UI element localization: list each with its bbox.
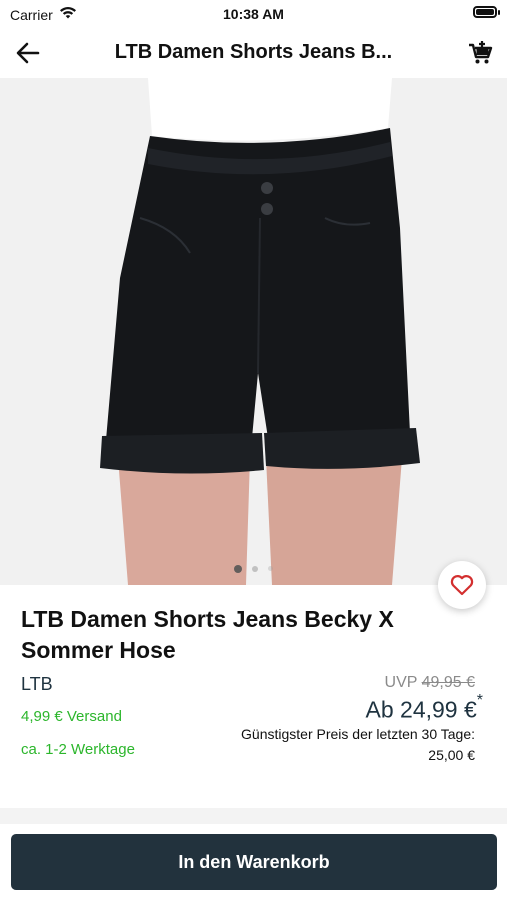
lowest-price-value: 25,00 € xyxy=(428,747,475,763)
shipping-cost: 4,99 € Versand xyxy=(21,708,122,725)
cart-icon[interactable] xyxy=(467,40,493,66)
favorite-button[interactable] xyxy=(438,561,486,609)
lowest-price-label: Günstigster Preis der letzten 30 Tage: xyxy=(241,726,475,742)
back-arrow-icon[interactable] xyxy=(14,40,42,66)
price-value: Ab 24,99 € xyxy=(365,696,477,723)
product-image-gallery[interactable] xyxy=(0,78,507,585)
delivery-time: ca. 1-2 Werktage xyxy=(21,741,135,758)
price-footnote: * xyxy=(476,692,483,709)
pagination-dot[interactable] xyxy=(252,566,258,572)
product-title: LTB Damen Shorts Jeans Becky X Sommer Ho… xyxy=(21,606,394,663)
navigation-bar: LTB Damen Shorts Jeans B... xyxy=(0,28,507,78)
add-to-cart-button[interactable]: In den Warenkorb xyxy=(11,834,497,890)
divider xyxy=(0,808,507,824)
pagination-dot[interactable] xyxy=(268,566,273,571)
brand-link[interactable]: LTB xyxy=(21,674,53,695)
heart-icon xyxy=(450,575,474,596)
current-price: Ab 24,99 €* xyxy=(365,692,484,724)
product-info: LTB Damen Shorts Jeans Becky X Sommer Ho… xyxy=(21,604,491,763)
product-image xyxy=(0,78,507,585)
pagination-dot[interactable] xyxy=(234,565,242,573)
page-title: LTB Damen Shorts Jeans B... xyxy=(114,41,393,63)
status-bar: Carrier 10:38 AM xyxy=(0,0,507,28)
battery-icon xyxy=(473,6,500,18)
uvp-label: UVP xyxy=(384,674,418,691)
status-time: 10:38 AM xyxy=(223,6,284,22)
gallery-pagination xyxy=(0,565,507,573)
uvp-value: 49,95 € xyxy=(421,674,475,691)
uvp-price: UVP 49,95 € xyxy=(385,674,475,692)
